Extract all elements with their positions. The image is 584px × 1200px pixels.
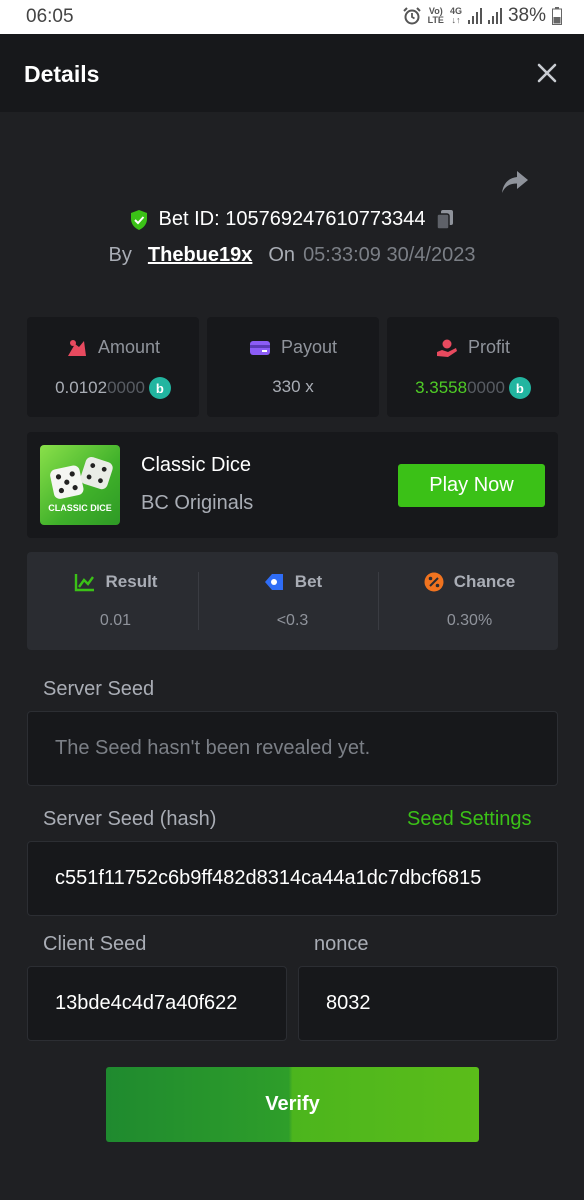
by-label: By — [108, 244, 132, 266]
wallet-icon — [249, 340, 270, 355]
chance-label: Chance — [453, 572, 516, 591]
server-seed-label: Server Seed — [43, 678, 155, 700]
status-bar: 06:05 Vo) LTE 4G ↓↑ 38% — [0, 0, 584, 34]
client-seed-value: 13bde4c4d7a40f622 — [55, 992, 238, 1014]
payout-value: 330 x — [272, 377, 314, 396]
profit-value: 3.3558 — [415, 378, 468, 397]
bet-datetime: 05:33:09 30/4/2023 — [303, 244, 476, 266]
status-icons: Vo) LTE 4G ↓↑ 38% — [402, 5, 562, 27]
dice-icon — [50, 457, 113, 499]
server-seed-placeholder: The Seed hasn't been revealed yet. — [55, 737, 371, 759]
server-hash-value: c551f11752c6b9ff482d8314ca44a1dc7dbcf681… — [55, 867, 482, 889]
bet-id: Bet ID: 105769247610773344 — [158, 208, 426, 230]
battery-percent: 38% — [507, 5, 546, 26]
alarm-icon — [402, 7, 421, 25]
profit-hand-icon — [436, 339, 457, 357]
amount-card: Amount 0.01020000 b — [27, 317, 199, 417]
bet-id-row: Bet ID: 105769247610773344 — [0, 208, 584, 231]
chance-value: 0.30% — [446, 612, 493, 629]
divider — [198, 572, 199, 630]
nonce-label: nonce — [314, 933, 369, 955]
server-hash-label: Server Seed (hash) — [43, 808, 217, 830]
close-icon[interactable] — [536, 62, 558, 84]
nonce-value: 8032 — [326, 992, 371, 1014]
client-seed-label: Client Seed — [43, 933, 147, 955]
on-label: On — [268, 244, 296, 266]
game-name: Classic Dice — [141, 454, 252, 476]
username-link[interactable]: Thebue19x — [148, 244, 252, 267]
chance-column: Chance 0.30% — [381, 552, 558, 650]
result-value: 0.01 — [99, 612, 132, 629]
profit-value-zeros: 0000 — [467, 378, 505, 397]
amount-value: 0.0102 — [55, 378, 108, 397]
amount-value-zeros: 0000 — [107, 378, 145, 397]
status-time: 06:05 — [26, 6, 74, 27]
chart-icon — [74, 574, 94, 592]
result-column: Result 0.01 — [27, 552, 204, 650]
play-now-button[interactable]: Play Now — [398, 464, 545, 507]
bet-column: Bet <0.3 — [204, 552, 381, 650]
nonce-field[interactable]: 8032 — [298, 966, 558, 1041]
payout-card: Payout 330 x — [207, 317, 379, 417]
modal-title: Details — [24, 61, 100, 87]
game-card: CLASSIC DICE Classic Dice BC Originals P… — [27, 432, 558, 538]
bet-tag-icon — [264, 574, 283, 590]
server-hash-field[interactable]: c551f11752c6b9ff482d8314ca44a1dc7dbcf681… — [27, 841, 558, 916]
bet-value: <0.3 — [276, 612, 309, 629]
money-bag-icon — [67, 339, 86, 356]
verify-button[interactable]: Verify — [106, 1067, 479, 1142]
signal-icon — [467, 8, 482, 24]
amount-label: Amount — [97, 337, 161, 357]
client-seed-field[interactable]: 13bde4c4d7a40f622 — [27, 966, 287, 1041]
profit-label: Profit — [467, 337, 510, 357]
battery-icon — [552, 7, 562, 25]
bet-author-row: By Thebue19x On 05:33:09 30/4/2023 — [0, 244, 584, 267]
thumb-label: CLASSIC DICE — [48, 503, 112, 513]
game-thumbnail[interactable]: CLASSIC DICE — [40, 445, 120, 525]
profit-card: Profit 3.35580000 b — [387, 317, 559, 417]
share-icon[interactable] — [500, 168, 530, 196]
game-provider: BC Originals — [141, 492, 254, 514]
signal-icon-2 — [487, 8, 502, 24]
verified-shield-icon — [130, 209, 147, 230]
copy-icon[interactable] — [435, 209, 455, 231]
bc-coin-icon: b — [508, 377, 531, 399]
network-gen-indicator: 4G ↓↑ — [449, 6, 462, 25]
result-panel: Result 0.01 Bet <0.3 Chance 0.30% — [27, 552, 558, 650]
divider — [378, 572, 379, 630]
server-seed-field[interactable]: The Seed hasn't been revealed yet. — [27, 711, 558, 786]
volte-indicator: Vo) LTE — [427, 6, 444, 25]
payout-label: Payout — [280, 337, 338, 357]
bet-label: Bet — [294, 572, 323, 591]
modal-header: Details — [0, 34, 584, 112]
percent-icon — [424, 572, 444, 592]
result-label: Result — [105, 572, 158, 591]
bc-coin-icon: b — [148, 377, 171, 399]
seed-settings-link[interactable]: Seed Settings — [407, 808, 532, 831]
